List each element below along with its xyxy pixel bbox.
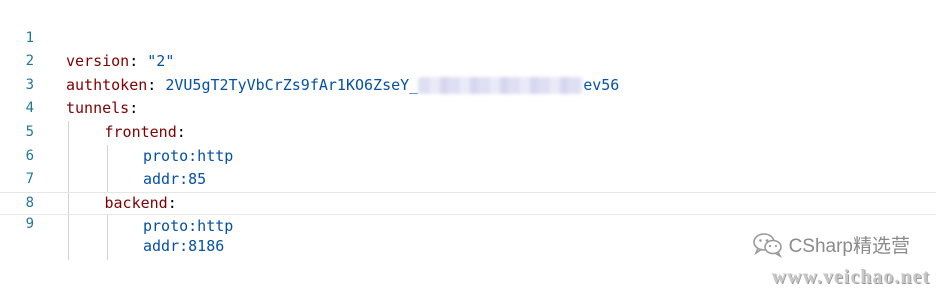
code-line-8[interactable]: 8 proto:http bbox=[0, 168, 936, 239]
code-line-3[interactable]: 3 tunnels: bbox=[0, 50, 936, 118]
wechat-icon bbox=[752, 232, 783, 258]
code-line-6[interactable]: 6 addr:85 bbox=[0, 121, 936, 192]
code-line-1[interactable]: 1 version: "2" bbox=[0, 3, 936, 71]
code-line-5[interactable]: 5 proto:http bbox=[0, 97, 936, 168]
code-line-2[interactable]: 2 authtoken: 2VU5gT2TyVbCrZs9fAr1KO6ZseY… bbox=[0, 27, 936, 94]
yaml-value: proto:http bbox=[143, 217, 234, 236]
indent-guide bbox=[105, 235, 144, 260]
code-line-9-current[interactable]: 9 addr:8186 bbox=[0, 191, 936, 260]
watermark-brand: CSharp精选营 bbox=[752, 231, 910, 258]
code-line-4[interactable]: 4 frontend: bbox=[0, 74, 936, 145]
line-number: 9 bbox=[25, 216, 34, 233]
watermark: CSharp精选营 www.veichao.net bbox=[686, 229, 936, 289]
watermark-url: www.veichao.net bbox=[771, 266, 930, 288]
code-editor[interactable]: 1 version: "2" 2 authtoken: 2VU5gT2TyVbC… bbox=[0, 3, 936, 260]
watermark-brand-text: CSharp精选营 bbox=[788, 236, 910, 257]
yaml-value: addr:8186 bbox=[143, 236, 225, 255]
indent-guide bbox=[66, 235, 105, 260]
code-line-7[interactable]: 7 backend: bbox=[0, 145, 936, 215]
